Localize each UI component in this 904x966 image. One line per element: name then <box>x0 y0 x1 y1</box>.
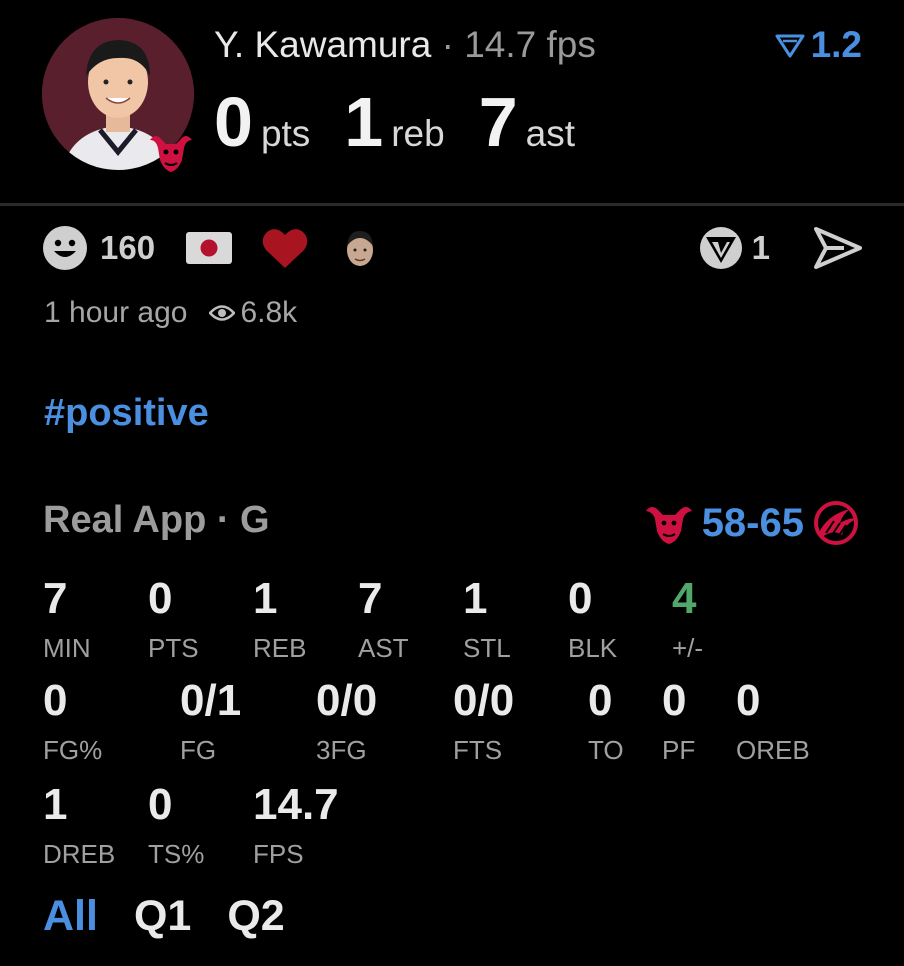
stat-label: PF <box>662 735 696 765</box>
vote-count: 1 <box>751 229 770 266</box>
vote-down-icon <box>775 34 805 58</box>
stat-label: OREB <box>736 735 810 765</box>
stat-label: STL <box>463 633 511 663</box>
points-unit: pts <box>260 113 311 154</box>
stat-stl: 1 STL <box>463 574 511 664</box>
vote-badge-icon[interactable] <box>698 225 744 271</box>
game-score[interactable]: 58-65 <box>644 499 860 547</box>
stat-pf: 0 PF <box>662 676 696 766</box>
stat-blk: 0 BLK <box>568 574 618 664</box>
smiley-icon[interactable] <box>42 225 88 271</box>
share-send-icon[interactable] <box>814 227 862 269</box>
stat-3fg: 0/0 3FG <box>316 676 378 766</box>
stat-label: TS% <box>148 839 205 869</box>
stat-label: PTS <box>148 633 199 663</box>
stat-value: 0/1 <box>180 676 242 725</box>
stat-label: FTS <box>453 735 503 765</box>
bulls-logo-icon <box>645 507 692 544</box>
stat-label: +/- <box>672 633 704 663</box>
stat-reb: 1 REB <box>253 574 307 664</box>
stat-value: 0 <box>736 676 761 725</box>
stat-label: BLK <box>568 633 618 663</box>
stat-oreb: 0 OREB <box>736 676 810 766</box>
stat-to: 0 TO <box>588 676 624 766</box>
headline-statline: 0 pts 1 reb 7 ast <box>214 82 609 162</box>
stat-label: TO <box>588 735 624 765</box>
stat-ast: 7 AST <box>358 574 409 664</box>
bulls-logo-icon <box>146 126 196 181</box>
stat-label: REB <box>253 633 307 663</box>
stat-value: 0 <box>43 676 68 725</box>
eye-icon <box>209 305 236 321</box>
reaction-count: 160 <box>100 229 156 266</box>
stat-plus-minus: 4 +/- <box>672 574 704 664</box>
points-value: 0 <box>214 83 253 161</box>
post-actions: 1 <box>698 225 862 271</box>
stat-value: 1 <box>43 780 68 829</box>
divider <box>0 203 904 206</box>
score-text: 58-65 <box>701 500 804 545</box>
stat-value: 0/0 <box>316 676 378 725</box>
stat-label: MIN <box>43 633 91 663</box>
vote-score[interactable]: 1.2 <box>775 24 862 66</box>
stat-label: 3FG <box>316 735 367 765</box>
stat-value: 7 <box>358 574 383 623</box>
vote-value: 1.2 <box>810 24 862 65</box>
player-name[interactable]: Y. Kawamura <box>214 24 431 65</box>
stat-value: 4 <box>672 574 697 623</box>
japan-flag-icon[interactable] <box>185 231 233 265</box>
stat-fg: 0/1 FG <box>180 676 242 766</box>
stat-value: 0 <box>148 574 173 623</box>
stat-pts: 0 PTS <box>148 574 199 664</box>
tab-q1[interactable]: Q1 <box>134 892 191 941</box>
post-meta: 1 hour ago 6.8k <box>44 296 297 330</box>
source-label[interactable]: Real App · G <box>43 499 270 542</box>
stat-label: FG% <box>43 735 103 765</box>
face-reaction-icon[interactable] <box>343 226 377 270</box>
reactions-row: 160 <box>42 225 377 271</box>
stat-value: 14.7 <box>253 780 339 829</box>
assists-value: 7 <box>478 83 518 161</box>
stat-fts: 0/0 FTS <box>453 676 515 766</box>
tab-q2[interactable]: Q2 <box>227 892 284 941</box>
stat-ts-pct: 0 TS% <box>148 780 205 870</box>
stat-label: FPS <box>253 839 304 869</box>
tab-all[interactable]: All <box>43 892 98 941</box>
stat-value: 7 <box>43 574 68 623</box>
stat-value: 0/0 <box>453 676 515 725</box>
raptors-logo-icon <box>814 501 858 545</box>
view-count: 6.8k <box>240 296 298 329</box>
stat-value: 0 <box>588 676 613 725</box>
rebounds-unit: reb <box>391 113 445 154</box>
stat-value: 0 <box>568 574 593 623</box>
stat-label: AST <box>358 633 409 663</box>
stat-value: 1 <box>463 574 488 623</box>
stat-value: 1 <box>253 574 278 623</box>
stat-value: 0 <box>148 780 173 829</box>
stat-fg-pct: 0 FG% <box>43 676 103 766</box>
player-title: Y. Kawamura · 14.7 fps <box>214 24 596 66</box>
stat-fps: 14.7 FPS <box>253 780 339 870</box>
assists-unit: ast <box>525 113 576 154</box>
fps-label: 14.7 fps <box>464 24 596 65</box>
stat-label: DREB <box>43 839 116 869</box>
stat-dreb: 1 DREB <box>43 780 116 870</box>
stat-label: FG <box>180 735 217 765</box>
stat-min: 7 MIN <box>43 574 91 664</box>
rebounds-value: 1 <box>344 83 384 161</box>
period-tabs: All Q1 Q2 <box>43 892 285 941</box>
stat-value: 0 <box>662 676 687 725</box>
title-separator: · <box>431 24 465 65</box>
time-ago: 1 hour ago <box>44 296 188 329</box>
hashtag[interactable]: #positive <box>44 392 209 435</box>
heart-icon[interactable] <box>261 226 309 270</box>
